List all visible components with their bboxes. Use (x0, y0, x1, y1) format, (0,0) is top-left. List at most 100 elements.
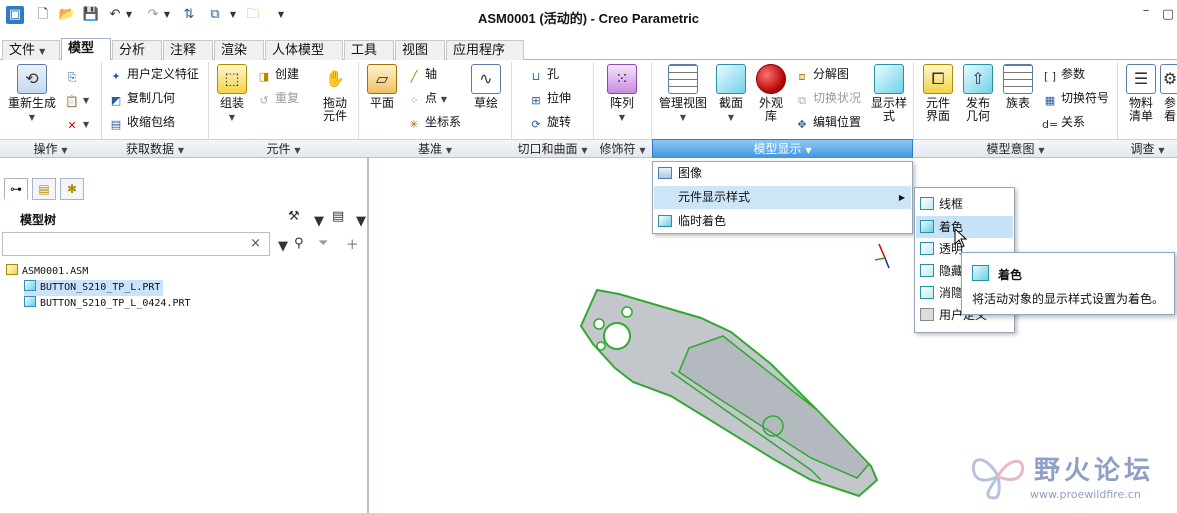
minimize-icon[interactable]: – (1136, 2, 1156, 20)
restore-icon[interactable]: ▢ (1158, 6, 1177, 24)
shading-tooltip: 着色 将活动对象的显示样式设置为着色。 (961, 252, 1175, 315)
relations-button[interactable]: d= 关系 (1042, 113, 1085, 131)
folder-browser-tab[interactable]: ▤ (32, 178, 56, 200)
tree-item-asm[interactable]: ASM0001.ASM (6, 264, 88, 280)
extrude-button[interactable]: ⊞ 拉伸 (528, 89, 571, 107)
delete-icon: ✕ (67, 119, 77, 132)
bom-button[interactable]: ☰ 物料 清单 (1124, 64, 1158, 123)
sketch-button[interactable]: ∿ 草绘 (468, 64, 504, 110)
csys-button[interactable]: ✳ 坐标系 (406, 113, 461, 131)
tab-view[interactable]: 视图 (395, 40, 445, 60)
show-columns-icon[interactable]: ▤ (332, 209, 344, 224)
copy-icon: ⎘ (67, 71, 77, 84)
hole-button[interactable]: ⊔ 孔 (528, 65, 559, 83)
extrude-icon: ⊞ (531, 94, 541, 107)
edit-position-button[interactable]: ✥ 编辑位置 (794, 113, 861, 131)
repeat-button[interactable]: ↺ 重复 (256, 89, 299, 107)
toggle-status-button[interactable]: ⧉ 切换状况 (794, 89, 861, 107)
manage-views-button[interactable]: 管理视图 ▼ (656, 64, 710, 124)
regenerate-button[interactable]: ⟲ 重新生成 ▼ (6, 64, 58, 124)
switch-symbols-button[interactable]: ▦ 切换符号 (1042, 89, 1109, 107)
creo-window: ▣ 🗋 📂 💾 ↶ ▼ ↷ ▼ ⇅ ⧉ ▼ 🗀 ▼ ASM0001 (活动的) … (0, 0, 1177, 513)
tab-model[interactable]: 模型 (61, 38, 111, 61)
point-icon: ⁘ (409, 94, 419, 107)
no-hidden-icon (920, 286, 934, 299)
ribbon-model: ⟲ 重新生成 ▼ ⎘ 📋 ▼ ✕ ▼ ✦ 用户定义特征 ◩ 复制几何 ▤ 收缩包络 ⬚ 组装… (0, 60, 1177, 139)
parameters-button[interactable]: [ ] 参数 (1042, 65, 1085, 83)
paste-button[interactable]: 📋 ▼ (64, 90, 89, 108)
model-tree-tab[interactable]: ⊶ (4, 178, 28, 200)
add-icon[interactable]: + (346, 235, 359, 253)
point-button[interactable]: ⁘ 点 ▼ (406, 89, 447, 107)
family-table-button[interactable]: 族表 (1000, 64, 1036, 110)
favorites-tab[interactable]: ✱ (60, 178, 84, 200)
show-dropdown-icon[interactable]: ▼ (356, 214, 366, 229)
group-get-data[interactable]: 获取数据 ▼ (102, 140, 208, 158)
group-datum[interactable]: 基准 ▼ (359, 140, 511, 158)
delete-button[interactable]: ✕ ▼ (64, 114, 89, 132)
assemble-button[interactable]: ⬚ 组装 ▼ (212, 64, 252, 124)
group-investigate[interactable]: 调查 ▼ (1118, 140, 1177, 158)
revolve-button[interactable]: ⟳ 旋转 (528, 113, 571, 131)
group-model-intent[interactable]: 模型意图 ▼ (914, 140, 1117, 158)
menu-item-image[interactable]: 图像 (654, 162, 911, 185)
submenu-arrow-icon: ▶ (898, 193, 905, 202)
tab-applications[interactable]: 应用程序 (446, 40, 524, 60)
tree-item-part[interactable]: BUTTON_S210_TP_L.PRT (24, 280, 164, 296)
assembly-icon (6, 264, 18, 275)
appearance-sphere-icon (756, 64, 786, 94)
pattern-button[interactable]: ⁙ 阵列 ▼ (604, 64, 640, 124)
transparent-icon (920, 242, 934, 255)
ribbon-tabs: 文件 ▼ 模型 分析 注释 渲染 人体模型 工具 视图 应用程序 ⌃ ⌕ ◉ (0, 38, 1177, 92)
exploded-view-button[interactable]: ⧈ 分解图 (794, 65, 850, 83)
tab-annotate[interactable]: 注释 (163, 40, 213, 60)
drag-components-button[interactable]: ✋ 拖动 元件 (316, 64, 354, 123)
hole-icon: ⊔ (531, 70, 541, 83)
tooltip-title: 着色 (998, 268, 1023, 282)
reference-viewer-button[interactable]: ⚙ 参 看 (1160, 64, 1177, 123)
group-modifiers[interactable]: 修饰符 ▼ (594, 140, 651, 158)
tree-icon: ⊶ (10, 182, 22, 196)
group-cut-surface[interactable]: 切口和曲面 ▼ (512, 140, 593, 158)
user-defined-feature-button[interactable]: ✦ 用户定义特征 (108, 65, 199, 83)
group-model-display[interactable]: 模型显示 ▼ (652, 139, 913, 159)
tree-settings-icon[interactable]: ⚒ (288, 209, 300, 224)
menu-item-component-display-style[interactable]: 元件显示样式 ▶ (654, 186, 911, 209)
plane-button[interactable]: ▱ 平面 (364, 64, 400, 110)
search-dropdown-icon[interactable]: ▼ (278, 239, 288, 254)
tab-manikin[interactable]: 人体模型 (265, 40, 343, 60)
create-button[interactable]: ◨ 创建 (256, 65, 299, 83)
display-style-cube-icon (874, 64, 904, 94)
tab-analysis[interactable]: 分析 (112, 40, 162, 60)
filter-icon[interactable]: ⏷ (318, 236, 328, 251)
tree-search-input[interactable]: × (2, 232, 270, 256)
display-style-button[interactable]: 显示样 式 (868, 64, 910, 123)
appearance-gallery-button[interactable]: 外观 库 (754, 64, 788, 123)
section-button[interactable]: 截面 ▼ (714, 64, 748, 124)
shrinkwrap-button[interactable]: ▤ 收缩包络 (108, 113, 175, 131)
regenerate-icon: ⟲ (17, 64, 47, 94)
part-icon (24, 280, 36, 291)
component-interface-button[interactable]: ⧠ 元件 界面 (920, 64, 956, 123)
submenu-item-wireframe[interactable]: 线框 (916, 193, 1013, 215)
binoculars-icon[interactable]: ⚲ (294, 236, 304, 251)
csys-triad (874, 243, 890, 269)
tab-file[interactable]: 文件 ▼ (2, 40, 60, 60)
clear-icon[interactable]: × (250, 236, 261, 251)
tab-render[interactable]: 渲染 (214, 40, 264, 60)
shading-icon (920, 220, 934, 233)
tab-tools[interactable]: 工具 (344, 40, 394, 60)
reference-viewer-icon: ⚙ (1160, 64, 1177, 94)
group-component[interactable]: 元件 ▼ (209, 140, 358, 158)
wireframe-icon (920, 197, 934, 210)
copy-button[interactable]: ⎘ (64, 66, 83, 84)
tree-settings-dropdown-icon[interactable]: ▼ (314, 214, 324, 229)
folder-icon: ▤ (38, 182, 50, 196)
assemble-icon: ⬚ (217, 64, 247, 94)
group-operations[interactable]: 操作 ▼ (0, 140, 101, 158)
publish-geometry-button[interactable]: ⇧ 发布 几何 (960, 64, 996, 123)
copy-geometry-button[interactable]: ◩ 复制几何 (108, 89, 175, 107)
menu-item-temporary-shading[interactable]: 临时着色 (654, 210, 911, 233)
tree-item-part[interactable]: BUTTON_S210_TP_L_0424.PRT (24, 296, 191, 312)
axis-button[interactable]: ╱ 轴 (406, 65, 437, 83)
